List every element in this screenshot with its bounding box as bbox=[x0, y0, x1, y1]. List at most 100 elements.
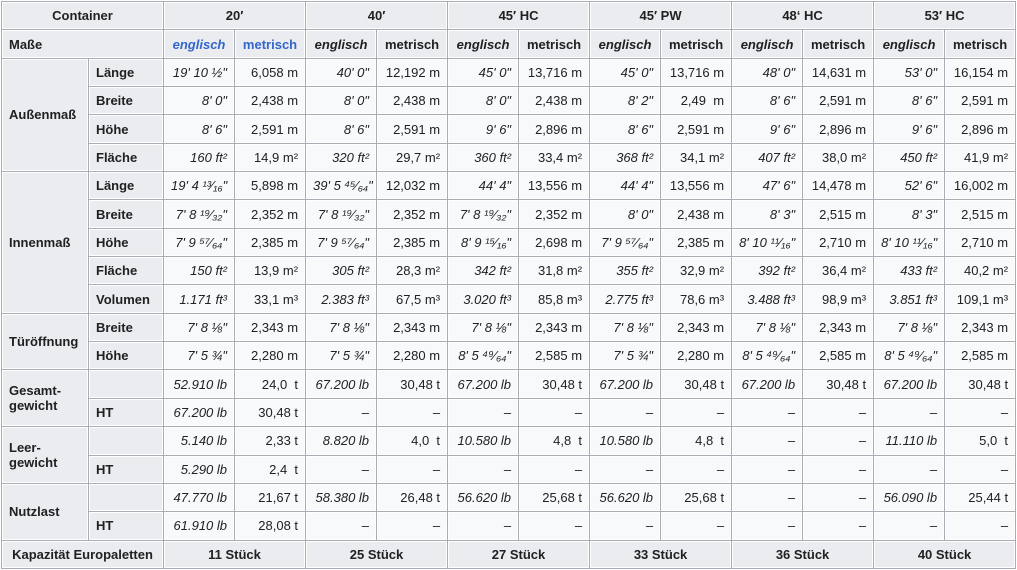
cell-aussenmass-hoehe-metrisch-4: 2,896 m bbox=[804, 116, 872, 141]
cell-leer-gewicht-ht-englisch-3: – bbox=[591, 457, 659, 482]
cell-innenmass-laenge-englisch-5: 52' 6" bbox=[875, 173, 943, 198]
cell-innenmass-laenge-metrisch-1: 12,032 m bbox=[378, 173, 446, 198]
cell-leer-gewicht-value-metrisch-4: – bbox=[804, 428, 872, 453]
footer-capacity-4: 36 Stück bbox=[733, 542, 872, 567]
cell-tueroeffnung-breite-metrisch-4: 2,343 m bbox=[804, 315, 872, 340]
cell-innenmass-hoehe-metrisch-5: 2,710 m bbox=[946, 230, 1014, 255]
cell-aussenmass-breite-englisch-0: 8' 0" bbox=[165, 88, 233, 113]
container-spec-table-body: Container20′40′45′ HC45′ PW48‘ HC53′ HCM… bbox=[3, 3, 1014, 567]
cell-gesamt-gewicht-value-metrisch-3: 30,48 t bbox=[662, 371, 730, 396]
cell-aussenmass-breite-metrisch-4: 2,591 m bbox=[804, 88, 872, 113]
table-row: Höhe8' 6"2,591 m8' 6"2,591 m9' 6"2,896 m… bbox=[3, 116, 1014, 141]
unit-header-englisch-5: englisch bbox=[875, 31, 943, 56]
cell-aussenmass-flaeche-englisch-1: 320 ft² bbox=[307, 145, 375, 170]
cell-leer-gewicht-ht-englisch-4: – bbox=[733, 457, 801, 482]
cell-nutzlast-ht-metrisch-0: 28,08 t bbox=[236, 513, 304, 538]
footer-label-kapazitaet-europaletten: Kapazität Europaletten bbox=[3, 542, 162, 567]
section-label-leer-gewicht: Leer-gewicht bbox=[3, 428, 87, 482]
cell-nutzlast-ht-englisch-3: – bbox=[591, 513, 659, 538]
cell-leer-gewicht-value-metrisch-1: 4,0 t bbox=[378, 428, 446, 453]
cell-aussenmass-hoehe-metrisch-3: 2,591 m bbox=[662, 116, 730, 141]
cell-innenmass-hoehe-metrisch-2: 2,698 m bbox=[520, 230, 588, 255]
cell-aussenmass-hoehe-englisch-0: 8' 6" bbox=[165, 116, 233, 141]
cell-innenmass-laenge-englisch-2: 44' 4" bbox=[449, 173, 517, 198]
cell-nutzlast-ht-metrisch-3: – bbox=[662, 513, 730, 538]
cell-gesamt-gewicht-ht-metrisch-4: – bbox=[804, 400, 872, 425]
cell-innenmass-flaeche-metrisch-2: 31,8 m² bbox=[520, 258, 588, 283]
table-row: Breite8' 0"2,438 m8' 0"2,438 m8' 0"2,438… bbox=[3, 88, 1014, 113]
cell-aussenmass-hoehe-englisch-1: 8' 6" bbox=[307, 116, 375, 141]
cell-innenmass-volumen-metrisch-1: 67,5 m³ bbox=[378, 286, 446, 311]
cell-tueroeffnung-breite-metrisch-1: 2,343 m bbox=[378, 315, 446, 340]
cell-gesamt-gewicht-value-metrisch-5: 30,48 t bbox=[946, 371, 1014, 396]
table-row: Leer-gewicht5.140 lb2,33 t8.820 lb4,0 t1… bbox=[3, 428, 1014, 453]
group-header-45-hc: 45′ HC bbox=[449, 3, 588, 28]
cell-gesamt-gewicht-value-englisch-0: 52.910 lb bbox=[165, 371, 233, 396]
cell-tueroeffnung-hoehe-metrisch-3: 2,280 m bbox=[662, 343, 730, 368]
cell-tueroeffnung-hoehe-metrisch-2: 2,585 m bbox=[520, 343, 588, 368]
table-row: Fläche150 ft²13,9 m²305 ft²28,3 m²342 ft… bbox=[3, 258, 1014, 283]
cell-innenmass-laenge-englisch-3: 44' 4" bbox=[591, 173, 659, 198]
cell-innenmass-laenge-englisch-1: 39' 5 ⁴⁵⁄₆₄" bbox=[307, 173, 375, 198]
cell-aussenmass-hoehe-englisch-3: 8' 6" bbox=[591, 116, 659, 141]
cell-innenmass-flaeche-metrisch-0: 13,9 m² bbox=[236, 258, 304, 283]
footer-capacity-0: 11 Stück bbox=[165, 542, 304, 567]
unit-header-englisch-0[interactable]: englisch bbox=[165, 31, 233, 56]
cell-leer-gewicht-value-englisch-2: 10.580 lb bbox=[449, 428, 517, 453]
cell-nutzlast-value-englisch-3: 56.620 lb bbox=[591, 485, 659, 510]
cell-aussenmass-flaeche-metrisch-4: 38,0 m² bbox=[804, 145, 872, 170]
cell-leer-gewicht-ht-englisch-1: – bbox=[307, 457, 375, 482]
cell-innenmass-breite-englisch-3: 8' 0" bbox=[591, 201, 659, 226]
footer-capacity-1: 25 Stück bbox=[307, 542, 446, 567]
cell-innenmass-flaeche-englisch-1: 305 ft² bbox=[307, 258, 375, 283]
cell-innenmass-volumen-metrisch-0: 33,1 m³ bbox=[236, 286, 304, 311]
cell-leer-gewicht-ht-englisch-0: 5.290 lb bbox=[165, 457, 233, 482]
row-label-tueroeffnung-breite: Breite bbox=[90, 315, 162, 340]
cell-leer-gewicht-value-englisch-5: 11.110 lb bbox=[875, 428, 943, 453]
cell-innenmass-volumen-englisch-0: 1.171 ft³ bbox=[165, 286, 233, 311]
cell-nutzlast-ht-metrisch-2: – bbox=[520, 513, 588, 538]
cell-innenmass-hoehe-englisch-1: 7' 9 ⁵⁷⁄₆₄" bbox=[307, 230, 375, 255]
cell-tueroeffnung-breite-englisch-2: 7' 8 ⅛" bbox=[449, 315, 517, 340]
cell-nutzlast-value-englisch-0: 47.770 lb bbox=[165, 485, 233, 510]
cell-leer-gewicht-ht-metrisch-1: – bbox=[378, 457, 446, 482]
cell-nutzlast-value-englisch-4: – bbox=[733, 485, 801, 510]
cell-innenmass-breite-metrisch-1: 2,352 m bbox=[378, 201, 446, 226]
cell-tueroeffnung-breite-englisch-1: 7' 8 ⅛" bbox=[307, 315, 375, 340]
unit-header-metrisch-0[interactable]: metrisch bbox=[236, 31, 304, 56]
unit-header-metrisch-4: metrisch bbox=[804, 31, 872, 56]
cell-aussenmass-hoehe-metrisch-0: 2,591 m bbox=[236, 116, 304, 141]
cell-tueroeffnung-breite-englisch-4: 7' 8 ⅛" bbox=[733, 315, 801, 340]
cell-innenmass-volumen-englisch-5: 3.851 ft³ bbox=[875, 286, 943, 311]
row-label-nutzlast-value bbox=[90, 485, 162, 510]
table-row: Fläche160 ft²14,9 m²320 ft²29,7 m²360 ft… bbox=[3, 145, 1014, 170]
cell-nutzlast-ht-englisch-4: – bbox=[733, 513, 801, 538]
cell-gesamt-gewicht-ht-metrisch-2: – bbox=[520, 400, 588, 425]
cell-innenmass-flaeche-englisch-0: 150 ft² bbox=[165, 258, 233, 283]
cell-innenmass-hoehe-metrisch-3: 2,385 m bbox=[662, 230, 730, 255]
cell-innenmass-flaeche-metrisch-5: 40,2 m² bbox=[946, 258, 1014, 283]
cell-innenmass-flaeche-metrisch-1: 28,3 m² bbox=[378, 258, 446, 283]
cell-leer-gewicht-ht-metrisch-4: – bbox=[804, 457, 872, 482]
cell-aussenmass-breite-englisch-5: 8' 6" bbox=[875, 88, 943, 113]
masse-row-label: Maße bbox=[3, 31, 162, 56]
cell-innenmass-volumen-englisch-2: 3.020 ft³ bbox=[449, 286, 517, 311]
table-row: AußenmaßLänge19' 10 ½"6,058 m40' 0"12,19… bbox=[3, 60, 1014, 85]
cell-innenmass-laenge-englisch-0: 19' 4 ¹³⁄₁₆" bbox=[165, 173, 233, 198]
container-spec-table: Container20′40′45′ HC45′ PW48‘ HC53′ HCM… bbox=[0, 0, 1017, 570]
cell-innenmass-flaeche-englisch-3: 355 ft² bbox=[591, 258, 659, 283]
cell-aussenmass-hoehe-englisch-2: 9' 6" bbox=[449, 116, 517, 141]
group-header-45-pw: 45′ PW bbox=[591, 3, 730, 28]
cell-gesamt-gewicht-value-metrisch-0: 24,0 t bbox=[236, 371, 304, 396]
cell-aussenmass-breite-metrisch-1: 2,438 m bbox=[378, 88, 446, 113]
row-label-innenmass-flaeche: Fläche bbox=[90, 258, 162, 283]
table-row: TüröffnungBreite7' 8 ⅛"2,343 m7' 8 ⅛"2,3… bbox=[3, 315, 1014, 340]
table-row: HT5.290 lb2,4 t–––––––––– bbox=[3, 457, 1014, 482]
cell-aussenmass-breite-englisch-4: 8' 6" bbox=[733, 88, 801, 113]
cell-innenmass-laenge-metrisch-0: 5,898 m bbox=[236, 173, 304, 198]
cell-tueroeffnung-hoehe-englisch-5: 8' 5 ⁴⁹⁄₆₄" bbox=[875, 343, 943, 368]
cell-tueroeffnung-hoehe-englisch-4: 8' 5 ⁴⁹⁄₆₄" bbox=[733, 343, 801, 368]
cell-leer-gewicht-value-metrisch-5: 5,0 t bbox=[946, 428, 1014, 453]
cell-aussenmass-hoehe-metrisch-2: 2,896 m bbox=[520, 116, 588, 141]
cell-aussenmass-laenge-metrisch-1: 12,192 m bbox=[378, 60, 446, 85]
